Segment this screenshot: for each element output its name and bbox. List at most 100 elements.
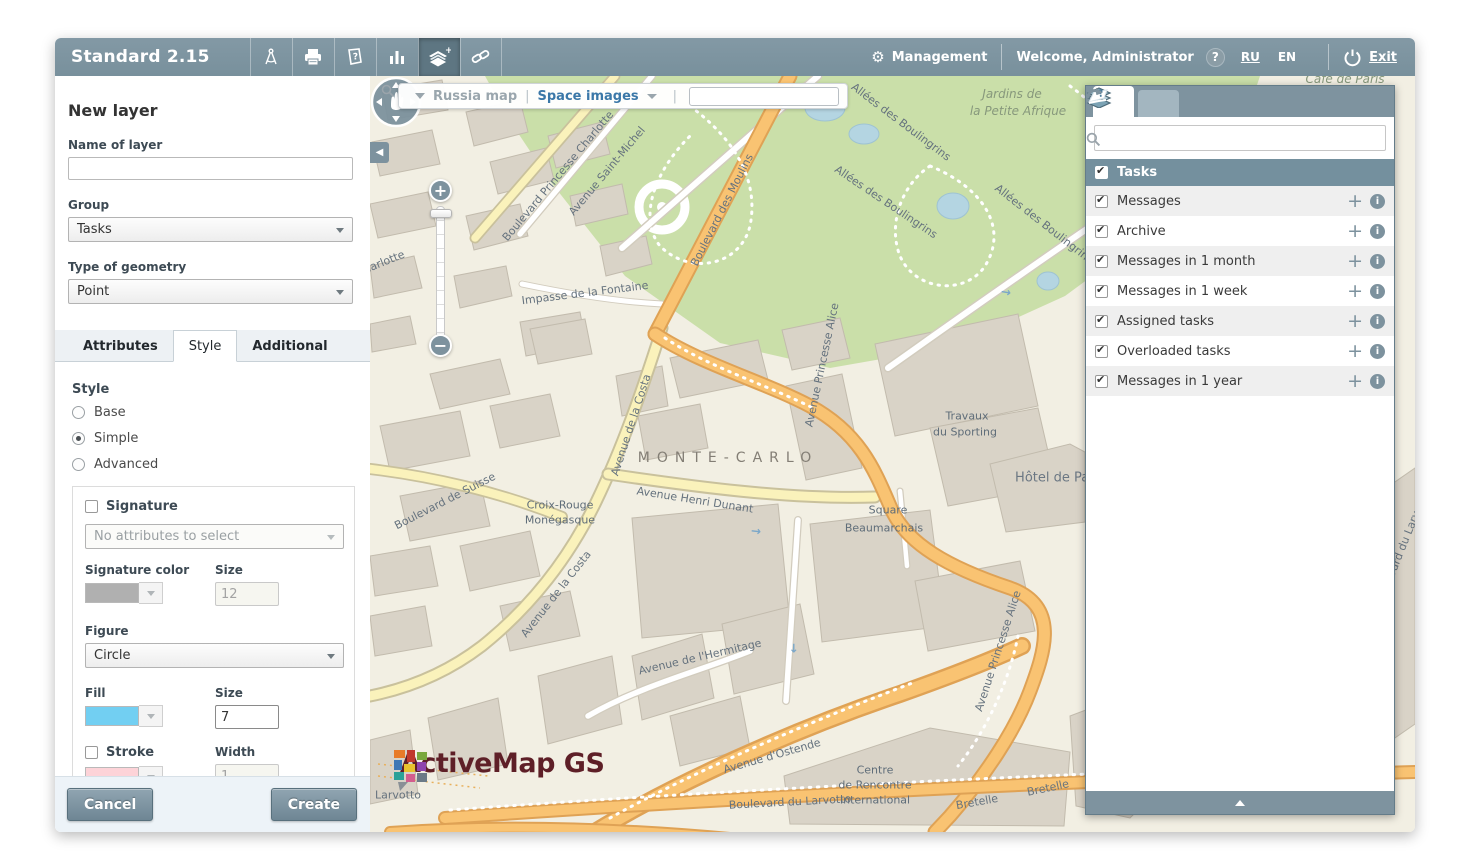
help-tool-button[interactable]: ? — [334, 38, 376, 76]
tab-additional[interactable]: Additional — [237, 331, 342, 361]
radio-advanced-label: Advanced — [94, 457, 158, 472]
signature-color-label: Signature color — [85, 563, 215, 577]
group-select[interactable]: Tasks — [68, 217, 353, 242]
lang-ru-button[interactable]: RU — [1241, 50, 1260, 64]
layer-checkbox[interactable] — [1095, 315, 1108, 328]
layer-row[interactable]: Archive+i — [1086, 216, 1394, 246]
chevron-down-icon — [336, 290, 344, 295]
info-icon[interactable]: i — [1370, 374, 1385, 389]
layer-group-tasks[interactable]: Tasks — [1086, 159, 1394, 186]
layer-row[interactable]: Messages in 1 year+i — [1086, 366, 1394, 396]
stroke-checkbox[interactable] — [85, 746, 98, 759]
stroke-label: Stroke — [106, 745, 154, 760]
info-icon[interactable]: i — [1370, 194, 1385, 209]
add-icon[interactable]: + — [1347, 342, 1363, 361]
layer-checkbox[interactable] — [1095, 375, 1108, 388]
zoom-in-button[interactable]: + — [429, 179, 452, 202]
print-tool-button[interactable] — [292, 38, 334, 76]
panel-title: New layer — [68, 101, 355, 120]
cancel-button[interactable]: Cancel — [67, 788, 153, 821]
link-icon — [470, 47, 492, 67]
layer-label: Assigned tasks — [1117, 314, 1214, 329]
info-icon[interactable]: i — [1370, 254, 1385, 269]
layer-checkbox[interactable] — [1095, 345, 1108, 358]
signature-checkbox[interactable] — [85, 500, 98, 513]
fill-color-picker[interactable] — [85, 705, 215, 727]
tab-identify[interactable]: ? — [1138, 90, 1179, 117]
zoom-out-button[interactable]: − — [429, 334, 452, 357]
chevron-down-icon[interactable] — [139, 582, 163, 604]
divider — [1001, 44, 1002, 70]
style-option-advanced[interactable]: Advanced — [72, 457, 355, 472]
management-link[interactable]: Management — [892, 50, 988, 65]
chevron-down-icon[interactable] — [139, 705, 163, 727]
route-arrow-icon[interactable] — [1086, 86, 1103, 99]
signature-color-swatch[interactable] — [85, 583, 139, 603]
tab-style[interactable]: Style — [173, 330, 238, 362]
add-icon[interactable]: + — [1347, 312, 1363, 331]
layer-checkbox[interactable] — [1095, 225, 1108, 238]
layer-checkbox[interactable] — [1095, 195, 1108, 208]
style-option-simple[interactable]: Simple — [72, 431, 355, 446]
layer-label: Messages in 1 month — [1117, 254, 1255, 269]
help-badge[interactable]: ? — [1206, 48, 1225, 67]
layer-checkbox[interactable] — [1095, 285, 1108, 298]
info-icon[interactable]: i — [1370, 344, 1385, 359]
layer-row[interactable]: Messages in 1 week + i — [1086, 276, 1394, 306]
tab-attributes[interactable]: Attributes — [68, 331, 173, 361]
layer-row[interactable]: Overloaded tasks+i — [1086, 336, 1394, 366]
signature-attribute-select[interactable]: No attributes to select — [85, 524, 344, 549]
fill-color-swatch[interactable] — [85, 706, 139, 726]
lang-en-button[interactable]: EN — [1278, 50, 1296, 64]
layer-name-input[interactable] — [68, 157, 353, 180]
add-icon[interactable]: + — [1347, 252, 1363, 271]
info-icon[interactable]: i — [1370, 314, 1385, 329]
header-right: ⚙ Management Welcome, Administrator ? RU… — [871, 38, 1415, 76]
measure-tool-button[interactable] — [250, 38, 292, 76]
signature-color-picker[interactable] — [85, 582, 215, 604]
layers-panel-empty-area — [1086, 396, 1394, 791]
chevron-up-icon — [1235, 800, 1245, 806]
figure-select[interactable]: Circle — [85, 643, 344, 668]
stats-tool-button[interactable] — [376, 38, 418, 76]
chevron-down-icon — [336, 228, 344, 233]
group-checkbox[interactable] — [1095, 166, 1108, 179]
zoom-slider-handle[interactable] — [430, 209, 452, 218]
signature-size-input[interactable] — [215, 582, 279, 606]
chevron-down-icon[interactable] — [647, 94, 657, 99]
layer-row[interactable]: Messages in 1 month + i — [1086, 246, 1394, 276]
exit-button[interactable]: Exit — [1343, 48, 1397, 67]
chevron-down-icon[interactable] — [415, 93, 425, 99]
info-icon[interactable]: i — [1370, 284, 1385, 299]
fill-size-input[interactable] — [215, 705, 279, 729]
layer-row[interactable]: Assigned tasks + i — [1086, 306, 1394, 336]
map-canvas[interactable]: Boulevard Princesse CharlotteAvenue Sain… — [370, 76, 1415, 832]
add-icon[interactable]: + — [1347, 222, 1363, 241]
collapse-left-panel-button[interactable]: ◀ — [370, 142, 389, 163]
radio-base[interactable] — [72, 406, 85, 419]
stroke-checkbox-row[interactable]: Stroke — [85, 745, 215, 760]
map-search-input[interactable] — [689, 87, 839, 106]
link-tool-button[interactable] — [460, 38, 502, 76]
add-icon[interactable]: + — [1347, 372, 1363, 391]
base-layer-button[interactable]: Russia map — [433, 89, 517, 104]
zoom-slider[interactable] — [436, 206, 445, 346]
info-icon[interactable]: i — [1370, 224, 1385, 239]
overlay-layer-button[interactable]: Space images — [538, 89, 639, 104]
add-layer-tool-button[interactable]: + — [418, 38, 460, 76]
layer-row[interactable]: Messages+i — [1086, 186, 1394, 216]
stroke-width-label: Width — [215, 745, 279, 759]
collapse-panel-button[interactable] — [1086, 791, 1394, 814]
radio-simple[interactable] — [72, 432, 85, 445]
layers-search-input[interactable] — [1094, 125, 1386, 151]
layer-checkbox[interactable] — [1095, 255, 1108, 268]
layer-label: Messages in 1 week — [1117, 284, 1247, 299]
layers-search-row — [1086, 117, 1394, 159]
signature-checkbox-row[interactable]: Signature — [85, 499, 342, 514]
radio-advanced[interactable] — [72, 458, 85, 471]
add-icon[interactable]: + — [1347, 192, 1363, 211]
style-option-base[interactable]: Base — [72, 405, 355, 420]
add-icon[interactable]: + — [1347, 282, 1363, 301]
create-button[interactable]: Create — [271, 788, 357, 821]
geometry-select[interactable]: Point — [68, 279, 353, 304]
